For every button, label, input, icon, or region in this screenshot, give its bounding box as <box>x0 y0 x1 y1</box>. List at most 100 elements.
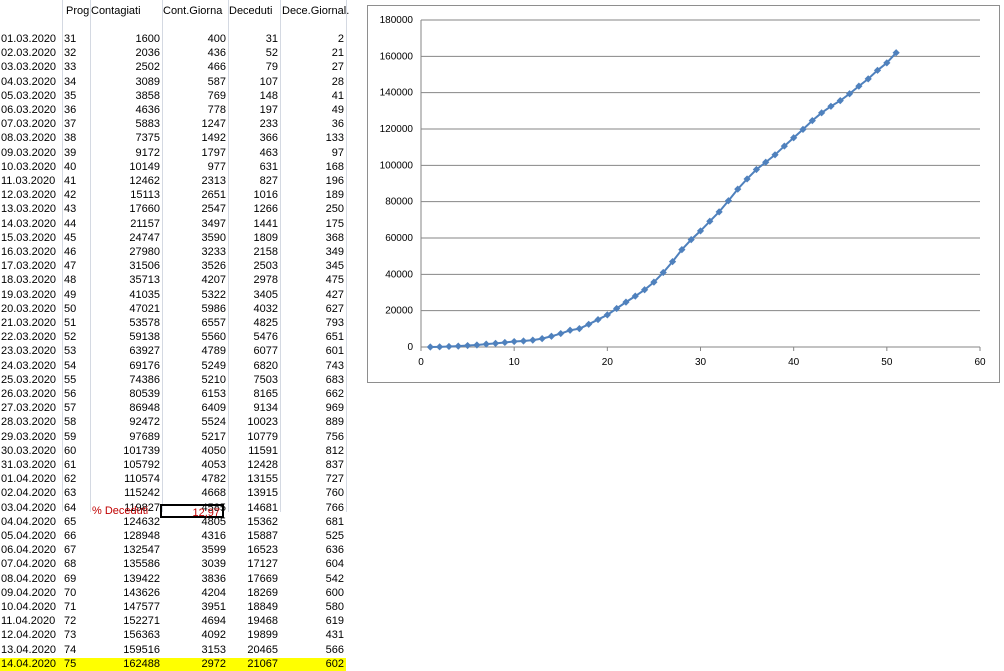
row-date[interactable]: 06.03.2020 <box>1 104 61 117</box>
table-row[interactable]: 09.04.2020 70 143626 4204 18269 600 <box>0 587 346 600</box>
row-dece-giornal[interactable]: 619 <box>280 615 344 628</box>
deceduti-percent-value[interactable]: 12,97 <box>160 504 224 519</box>
row-contagiati[interactable]: 10149 <box>90 161 160 174</box>
row-contagiati[interactable]: 2502 <box>90 61 160 74</box>
table-row[interactable]: 18.03.2020 48 35713 4207 2978 475 <box>0 274 346 287</box>
row-contagiati[interactable]: 128948 <box>90 530 160 543</box>
row-prog[interactable]: 31 <box>64 33 88 46</box>
row-prog[interactable]: 69 <box>64 573 88 586</box>
row-dece-giornal[interactable]: 36 <box>280 118 344 131</box>
row-prog[interactable]: 63 <box>64 487 88 500</box>
row-contagiati[interactable]: 1600 <box>90 33 160 46</box>
row-dece-giornal[interactable]: 889 <box>280 416 344 429</box>
row-dece-giornal[interactable]: 196 <box>280 175 344 188</box>
row-contagiati[interactable]: 139422 <box>90 573 160 586</box>
row-date[interactable]: 17.03.2020 <box>1 260 61 273</box>
row-date[interactable]: 04.04.2020 <box>1 516 61 529</box>
row-cont-giorna[interactable]: 5210 <box>162 374 226 387</box>
table-row[interactable]: 14.03.2020 44 21157 3497 1441 175 <box>0 218 346 231</box>
table-row[interactable]: 20.03.2020 50 47021 5986 4032 627 <box>0 303 346 316</box>
row-cont-giorna[interactable]: 4694 <box>162 615 226 628</box>
row-date[interactable]: 28.03.2020 <box>1 416 61 429</box>
row-cont-giorna[interactable]: 4204 <box>162 587 226 600</box>
row-date[interactable]: 03.04.2020 <box>1 502 61 515</box>
row-contagiati[interactable]: 2036 <box>90 47 160 60</box>
table-row[interactable]: 11.04.2020 72 152271 4694 19468 619 <box>0 615 346 628</box>
row-prog[interactable]: 54 <box>64 360 88 373</box>
table-row[interactable]: 01.03.2020 31 1600 400 31 2 <box>0 33 346 46</box>
row-contagiati[interactable]: 97689 <box>90 431 160 444</box>
row-date[interactable]: 05.03.2020 <box>1 90 61 103</box>
row-deceduti[interactable]: 827 <box>228 175 278 188</box>
row-prog[interactable]: 38 <box>64 132 88 145</box>
row-cont-giorna[interactable]: 4789 <box>162 345 226 358</box>
table-row[interactable]: 29.03.2020 59 97689 5217 10779 756 <box>0 431 346 444</box>
row-prog[interactable]: 51 <box>64 317 88 330</box>
row-dece-giornal[interactable]: 41 <box>280 90 344 103</box>
table-row[interactable]: 05.04.2020 66 128948 4316 15887 525 <box>0 530 346 543</box>
row-cont-giorna[interactable]: 6409 <box>162 402 226 415</box>
row-deceduti[interactable]: 1809 <box>228 232 278 245</box>
row-date[interactable]: 08.04.2020 <box>1 573 61 586</box>
row-cont-giorna[interactable]: 587 <box>162 76 226 89</box>
row-prog[interactable]: 53 <box>64 345 88 358</box>
row-contagiati[interactable]: 124632 <box>90 516 160 529</box>
row-date[interactable]: 14.03.2020 <box>1 218 61 231</box>
header-contagiati[interactable]: Contagiati <box>91 3 161 19</box>
row-deceduti[interactable]: 148 <box>228 90 278 103</box>
row-prog[interactable]: 59 <box>64 431 88 444</box>
row-contagiati[interactable]: 132547 <box>90 544 160 557</box>
table-row[interactable]: 10.03.2020 40 10149 977 631 168 <box>0 161 346 174</box>
row-date[interactable]: 21.03.2020 <box>1 317 61 330</box>
table-row[interactable]: 21.03.2020 51 53578 6557 4825 793 <box>0 317 346 330</box>
row-dece-giornal[interactable]: 431 <box>280 629 344 642</box>
row-contagiati[interactable]: 27980 <box>90 246 160 259</box>
row-deceduti[interactable]: 107 <box>228 76 278 89</box>
row-cont-giorna[interactable]: 400 <box>162 33 226 46</box>
row-prog[interactable]: 71 <box>64 601 88 614</box>
table-row[interactable]: 17.03.2020 47 31506 3526 2503 345 <box>0 260 346 273</box>
row-deceduti[interactable]: 2978 <box>228 274 278 287</box>
row-cont-giorna[interactable]: 2313 <box>162 175 226 188</box>
row-date[interactable]: 30.03.2020 <box>1 445 61 458</box>
row-cont-giorna[interactable]: 4207 <box>162 274 226 287</box>
table-row[interactable]: 28.03.2020 58 92472 5524 10023 889 <box>0 416 346 429</box>
row-deceduti[interactable]: 6077 <box>228 345 278 358</box>
row-dece-giornal[interactable]: 97 <box>280 147 344 160</box>
row-dece-giornal[interactable]: 651 <box>280 331 344 344</box>
row-prog[interactable]: 39 <box>64 147 88 160</box>
row-prog[interactable]: 55 <box>64 374 88 387</box>
row-deceduti[interactable]: 9134 <box>228 402 278 415</box>
row-dece-giornal[interactable]: 604 <box>280 558 344 571</box>
row-date[interactable]: 01.04.2020 <box>1 473 61 486</box>
table-row[interactable]: 14.04.2020 75 162488 2972 21067 602 <box>0 657 346 671</box>
row-date[interactable]: 01.03.2020 <box>1 33 61 46</box>
row-deceduti[interactable]: 15887 <box>228 530 278 543</box>
row-dece-giornal[interactable]: 28 <box>280 76 344 89</box>
row-contagiati[interactable]: 5883 <box>90 118 160 131</box>
row-deceduti[interactable]: 14681 <box>228 502 278 515</box>
row-date[interactable]: 05.04.2020 <box>1 530 61 543</box>
row-contagiati[interactable]: 59138 <box>90 331 160 344</box>
row-deceduti[interactable]: 11591 <box>228 445 278 458</box>
row-cont-giorna[interactable]: 5524 <box>162 416 226 429</box>
row-contagiati[interactable]: 69176 <box>90 360 160 373</box>
table-row[interactable]: 23.03.2020 53 63927 4789 6077 601 <box>0 345 346 358</box>
table-row[interactable]: 06.04.2020 67 132547 3599 16523 636 <box>0 544 346 557</box>
row-cont-giorna[interactable]: 769 <box>162 90 226 103</box>
row-date[interactable]: 26.03.2020 <box>1 388 61 401</box>
table-row[interactable]: 08.04.2020 69 139422 3836 17669 542 <box>0 573 346 586</box>
row-dece-giornal[interactable]: 525 <box>280 530 344 543</box>
row-contagiati[interactable]: 53578 <box>90 317 160 330</box>
row-dece-giornal[interactable]: 683 <box>280 374 344 387</box>
row-contagiati[interactable]: 7375 <box>90 132 160 145</box>
row-cont-giorna[interactable]: 2651 <box>162 189 226 202</box>
row-deceduti[interactable]: 52 <box>228 47 278 60</box>
table-row[interactable]: 24.03.2020 54 69176 5249 6820 743 <box>0 360 346 373</box>
row-date[interactable]: 03.03.2020 <box>1 61 61 74</box>
row-prog[interactable]: 52 <box>64 331 88 344</box>
row-deceduti[interactable]: 463 <box>228 147 278 160</box>
row-contagiati[interactable]: 110574 <box>90 473 160 486</box>
row-cont-giorna[interactable]: 3153 <box>162 644 226 657</box>
row-deceduti[interactable]: 31 <box>228 33 278 46</box>
